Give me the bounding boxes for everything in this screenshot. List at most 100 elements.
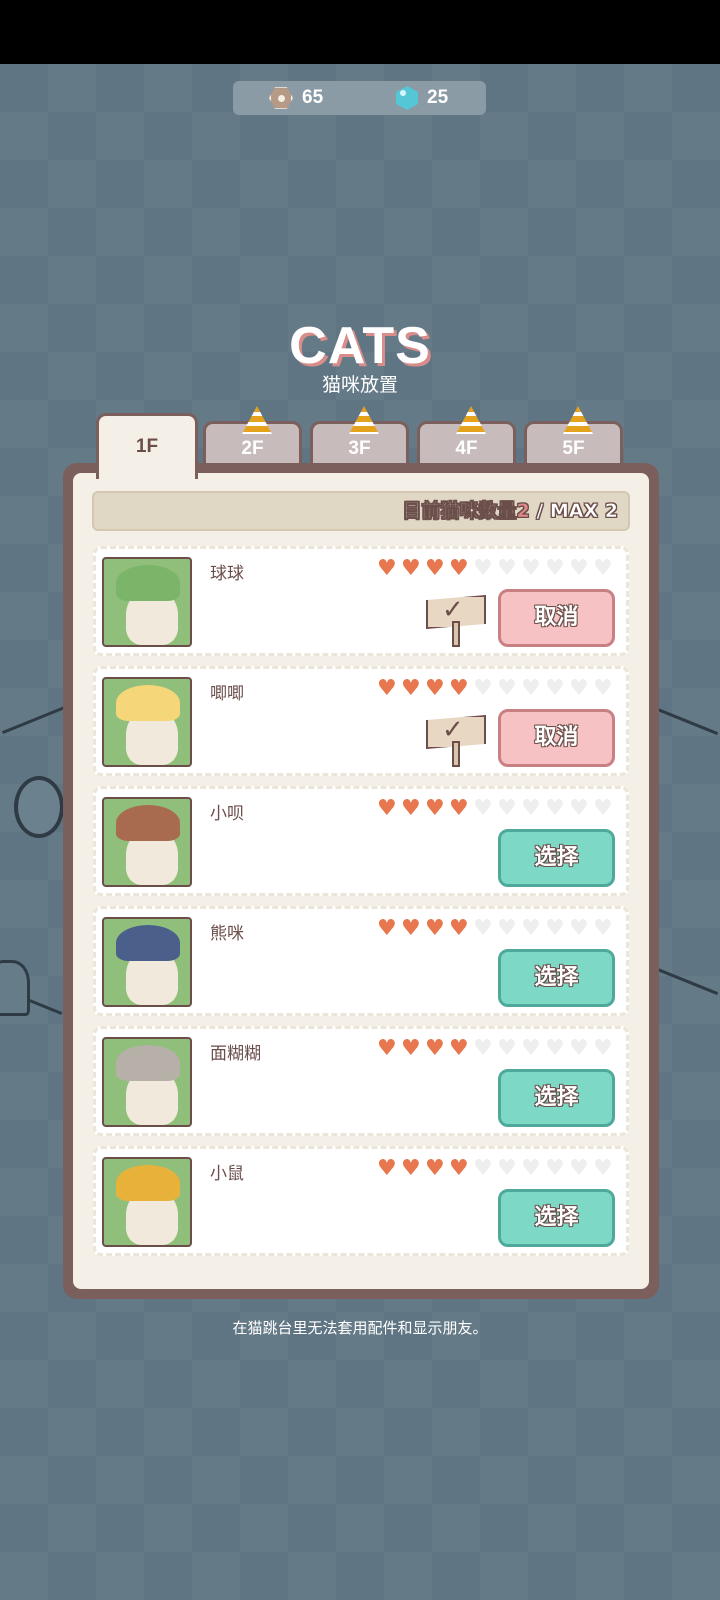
heart-full-icon: ♥ (377, 916, 397, 941)
tab-1f[interactable]: 1F (96, 413, 198, 479)
plant-icon (0, 960, 30, 1016)
cancel-button[interactable]: 取消 (498, 589, 615, 647)
cat-hat-icon (116, 1045, 180, 1081)
cat-card[interactable]: 面糊糊 ♥ ♥ ♥ ♥ ♥ ♥ ♥ ♥ ♥ ♥ 选择 (93, 1026, 629, 1136)
heart-empty-icon: ♥ (545, 1156, 565, 1181)
cat-count-bar: 目前猫咪数量2 / MAX 2 (92, 491, 630, 531)
cat-card[interactable]: 球球 ♥ ♥ ♥ ♥ ♥ ♥ ♥ ♥ ♥ ♥ ✓ 取消 (93, 546, 629, 656)
gem-icon (396, 86, 418, 110)
page-subtitle: 猫咪放置 (321, 374, 398, 396)
affection-hearts: ♥ ♥ ♥ ♥ ♥ ♥ ♥ ♥ ♥ ♥ (377, 556, 614, 581)
heart-full-icon: ♥ (377, 796, 397, 821)
cat-avatar (102, 557, 192, 647)
heart-empty-icon: ♥ (593, 796, 613, 821)
heart-full-icon: ♥ (401, 916, 421, 941)
cat-name: 熊咪 (210, 924, 244, 944)
wall-clock-icon (14, 776, 64, 838)
cat-name: 球球 (210, 564, 244, 584)
heart-empty-icon: ♥ (497, 1156, 517, 1181)
cat-avatar (102, 1037, 192, 1127)
nut-count: 65 (302, 87, 324, 108)
cat-hat-icon (116, 1165, 180, 1201)
heart-empty-icon: ♥ (497, 916, 517, 941)
heart-empty-icon: ♥ (473, 916, 493, 941)
heart-full-icon: ♥ (377, 1036, 397, 1061)
tab-label: 4F (455, 438, 478, 459)
cat-name: 小鼠 (210, 1164, 244, 1184)
nut-icon (269, 87, 293, 109)
heart-empty-icon: ♥ (569, 1156, 589, 1181)
cat-card[interactable]: 唧唧 ♥ ♥ ♥ ♥ ♥ ♥ ♥ ♥ ♥ ♥ ✓ 取消 (93, 666, 629, 776)
heart-full-icon: ♥ (425, 796, 445, 821)
heart-full-icon: ♥ (425, 916, 445, 941)
heart-empty-icon: ♥ (569, 916, 589, 941)
heart-empty-icon: ♥ (473, 1156, 493, 1181)
heart-empty-icon: ♥ (593, 556, 613, 581)
heart-empty-icon: ♥ (521, 556, 541, 581)
cat-card[interactable]: 熊咪 ♥ ♥ ♥ ♥ ♥ ♥ ♥ ♥ ♥ ♥ 选择 (93, 906, 629, 1016)
heart-full-icon: ♥ (449, 796, 469, 821)
select-button[interactable]: 选择 (498, 949, 615, 1007)
cat-hat-icon (116, 685, 180, 721)
panel-inner[interactable]: 目前猫咪数量2 / MAX 2 球球 ♥ ♥ ♥ ♥ ♥ ♥ ♥ ♥ ♥ ♥ ✓ 取消 唧唧 ♥ ♥ ♥ ♥ ♥ ♥ ♥… (73, 473, 649, 1289)
affection-hearts: ♥ ♥ ♥ ♥ ♥ ♥ ♥ ♥ ♥ ♥ (377, 1036, 614, 1061)
tab-label: 5F (562, 438, 585, 459)
heart-empty-icon: ♥ (521, 796, 541, 821)
cat-card[interactable]: 小呗 ♥ ♥ ♥ ♥ ♥ ♥ ♥ ♥ ♥ ♥ 选择 (93, 786, 629, 896)
cat-hat-icon (116, 565, 180, 601)
affection-hearts: ♥ ♥ ♥ ♥ ♥ ♥ ♥ ♥ ♥ ♥ (377, 916, 614, 941)
heart-full-icon: ♥ (425, 1036, 445, 1061)
heart-empty-icon: ♥ (545, 556, 565, 581)
heart-full-icon: ♥ (425, 556, 445, 581)
heart-empty-icon: ♥ (545, 916, 565, 941)
heart-full-icon: ♥ (449, 556, 469, 581)
heart-empty-icon: ♥ (569, 556, 589, 581)
heart-empty-icon: ♥ (497, 676, 517, 701)
tab-label: 3F (348, 438, 371, 459)
cat-count-current: 2 (516, 500, 530, 523)
tab-label: 1F (135, 436, 159, 457)
heart-empty-icon: ♥ (569, 1036, 589, 1061)
heart-empty-icon: ♥ (569, 676, 589, 701)
heart-full-icon: ♥ (449, 1156, 469, 1181)
cat-name: 唧唧 (210, 684, 244, 704)
select-button[interactable]: 选择 (498, 829, 615, 887)
heart-empty-icon: ♥ (593, 916, 613, 941)
heart-full-icon: ♥ (377, 676, 397, 701)
heart-full-icon: ♥ (425, 1156, 445, 1181)
heart-empty-icon: ♥ (497, 796, 517, 821)
gem-count: 25 (427, 87, 449, 108)
heart-full-icon: ♥ (401, 556, 421, 581)
cat-placement-panel: 目前猫咪数量2 / MAX 2 球球 ♥ ♥ ♥ ♥ ♥ ♥ ♥ ♥ ♥ ♥ ✓ 取消 唧唧 ♥ ♥ ♥ ♥ ♥ ♥ ♥… (63, 463, 659, 1299)
heart-full-icon: ♥ (401, 1156, 421, 1181)
heart-empty-icon: ♥ (521, 676, 541, 701)
heart-empty-icon: ♥ (497, 1036, 517, 1061)
cancel-button[interactable]: 取消 (498, 709, 615, 767)
heart-full-icon: ♥ (425, 676, 445, 701)
heart-empty-icon: ♥ (593, 676, 613, 701)
heart-empty-icon: ♥ (545, 676, 565, 701)
heart-empty-icon: ♥ (593, 1156, 613, 1181)
placed-sign-icon: ✓ (426, 591, 486, 647)
cat-name: 小呗 (210, 804, 244, 824)
affection-hearts: ♥ ♥ ♥ ♥ ♥ ♥ ♥ ♥ ♥ ♥ (377, 676, 614, 701)
heart-empty-icon: ♥ (569, 796, 589, 821)
heart-full-icon: ♥ (401, 1036, 421, 1061)
heart-full-icon: ♥ (449, 1036, 469, 1061)
heart-empty-icon: ♥ (473, 676, 493, 701)
heart-empty-icon: ♥ (521, 1156, 541, 1181)
heart-full-icon: ♥ (449, 916, 469, 941)
select-button[interactable]: 选择 (498, 1189, 615, 1247)
select-button[interactable]: 选择 (498, 1069, 615, 1127)
heart-empty-icon: ♥ (497, 556, 517, 581)
tab-label: 2F (241, 438, 264, 459)
heart-empty-icon: ♥ (473, 556, 493, 581)
cat-card[interactable]: 小鼠 ♥ ♥ ♥ ♥ ♥ ♥ ♥ ♥ ♥ ♥ 选择 (93, 1146, 629, 1256)
nut-currency: 65 (269, 86, 323, 110)
heart-empty-icon: ♥ (473, 796, 493, 821)
cat-name: 面糊糊 (210, 1044, 261, 1064)
currency-bar: 65 25 (233, 81, 486, 115)
cat-avatar (102, 1157, 192, 1247)
cat-avatar (102, 797, 192, 887)
cat-count-label: 目前猫咪数量 (402, 500, 517, 523)
